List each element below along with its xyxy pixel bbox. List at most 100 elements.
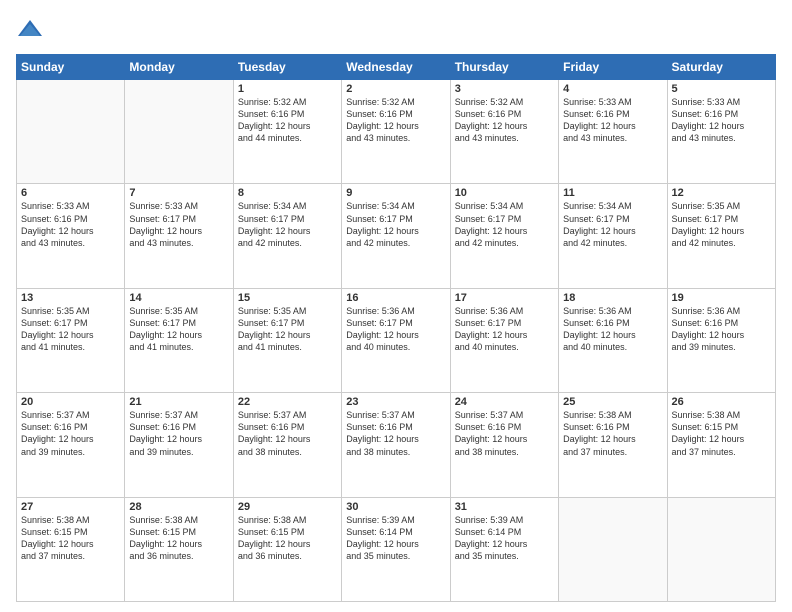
day-info: Sunrise: 5:33 AM Sunset: 6:17 PM Dayligh… [129, 200, 228, 249]
day-info: Sunrise: 5:37 AM Sunset: 6:16 PM Dayligh… [455, 409, 554, 458]
calendar-day-header: Wednesday [342, 55, 450, 80]
calendar-cell: 30Sunrise: 5:39 AM Sunset: 6:14 PM Dayli… [342, 497, 450, 601]
day-number: 7 [129, 187, 228, 199]
calendar-cell: 9Sunrise: 5:34 AM Sunset: 6:17 PM Daylig… [342, 184, 450, 288]
calendar-cell: 6Sunrise: 5:33 AM Sunset: 6:16 PM Daylig… [17, 184, 125, 288]
day-info: Sunrise: 5:35 AM Sunset: 6:17 PM Dayligh… [129, 305, 228, 354]
day-info: Sunrise: 5:32 AM Sunset: 6:16 PM Dayligh… [346, 96, 445, 145]
day-number: 6 [21, 187, 120, 199]
calendar-cell: 11Sunrise: 5:34 AM Sunset: 6:17 PM Dayli… [559, 184, 667, 288]
calendar-week-row: 20Sunrise: 5:37 AM Sunset: 6:16 PM Dayli… [17, 393, 776, 497]
day-number: 3 [455, 83, 554, 95]
day-number: 27 [21, 501, 120, 513]
day-info: Sunrise: 5:35 AM Sunset: 6:17 PM Dayligh… [238, 305, 337, 354]
calendar-cell: 12Sunrise: 5:35 AM Sunset: 6:17 PM Dayli… [667, 184, 775, 288]
header [16, 16, 776, 44]
day-number: 28 [129, 501, 228, 513]
calendar-cell [559, 497, 667, 601]
calendar-day-header: Monday [125, 55, 233, 80]
day-number: 18 [563, 292, 662, 304]
day-number: 24 [455, 396, 554, 408]
calendar-week-row: 6Sunrise: 5:33 AM Sunset: 6:16 PM Daylig… [17, 184, 776, 288]
calendar-week-row: 13Sunrise: 5:35 AM Sunset: 6:17 PM Dayli… [17, 288, 776, 392]
calendar-cell: 23Sunrise: 5:37 AM Sunset: 6:16 PM Dayli… [342, 393, 450, 497]
calendar-cell: 19Sunrise: 5:36 AM Sunset: 6:16 PM Dayli… [667, 288, 775, 392]
day-info: Sunrise: 5:37 AM Sunset: 6:16 PM Dayligh… [238, 409, 337, 458]
calendar-cell: 27Sunrise: 5:38 AM Sunset: 6:15 PM Dayli… [17, 497, 125, 601]
day-number: 19 [672, 292, 771, 304]
day-info: Sunrise: 5:37 AM Sunset: 6:16 PM Dayligh… [129, 409, 228, 458]
day-number: 23 [346, 396, 445, 408]
calendar-cell: 1Sunrise: 5:32 AM Sunset: 6:16 PM Daylig… [233, 80, 341, 184]
day-number: 17 [455, 292, 554, 304]
calendar-cell: 7Sunrise: 5:33 AM Sunset: 6:17 PM Daylig… [125, 184, 233, 288]
day-info: Sunrise: 5:38 AM Sunset: 6:15 PM Dayligh… [672, 409, 771, 458]
day-number: 30 [346, 501, 445, 513]
calendar-cell: 10Sunrise: 5:34 AM Sunset: 6:17 PM Dayli… [450, 184, 558, 288]
calendar-cell: 13Sunrise: 5:35 AM Sunset: 6:17 PM Dayli… [17, 288, 125, 392]
day-number: 20 [21, 396, 120, 408]
day-number: 9 [346, 187, 445, 199]
logo [16, 16, 48, 44]
day-info: Sunrise: 5:33 AM Sunset: 6:16 PM Dayligh… [21, 200, 120, 249]
day-number: 16 [346, 292, 445, 304]
day-info: Sunrise: 5:34 AM Sunset: 6:17 PM Dayligh… [238, 200, 337, 249]
day-number: 31 [455, 501, 554, 513]
calendar-day-header: Thursday [450, 55, 558, 80]
day-info: Sunrise: 5:39 AM Sunset: 6:14 PM Dayligh… [455, 514, 554, 563]
calendar-cell: 26Sunrise: 5:38 AM Sunset: 6:15 PM Dayli… [667, 393, 775, 497]
calendar-cell [17, 80, 125, 184]
calendar-cell: 17Sunrise: 5:36 AM Sunset: 6:17 PM Dayli… [450, 288, 558, 392]
day-info: Sunrise: 5:34 AM Sunset: 6:17 PM Dayligh… [455, 200, 554, 249]
calendar-cell: 4Sunrise: 5:33 AM Sunset: 6:16 PM Daylig… [559, 80, 667, 184]
day-number: 8 [238, 187, 337, 199]
day-info: Sunrise: 5:36 AM Sunset: 6:16 PM Dayligh… [563, 305, 662, 354]
day-info: Sunrise: 5:38 AM Sunset: 6:15 PM Dayligh… [238, 514, 337, 563]
calendar-day-header: Saturday [667, 55, 775, 80]
day-info: Sunrise: 5:33 AM Sunset: 6:16 PM Dayligh… [672, 96, 771, 145]
logo-icon [16, 16, 44, 44]
day-info: Sunrise: 5:33 AM Sunset: 6:16 PM Dayligh… [563, 96, 662, 145]
day-info: Sunrise: 5:36 AM Sunset: 6:17 PM Dayligh… [455, 305, 554, 354]
day-info: Sunrise: 5:36 AM Sunset: 6:17 PM Dayligh… [346, 305, 445, 354]
day-number: 11 [563, 187, 662, 199]
day-info: Sunrise: 5:36 AM Sunset: 6:16 PM Dayligh… [672, 305, 771, 354]
day-number: 2 [346, 83, 445, 95]
calendar-header-row: SundayMondayTuesdayWednesdayThursdayFrid… [17, 55, 776, 80]
day-number: 1 [238, 83, 337, 95]
day-info: Sunrise: 5:34 AM Sunset: 6:17 PM Dayligh… [346, 200, 445, 249]
calendar-cell: 25Sunrise: 5:38 AM Sunset: 6:16 PM Dayli… [559, 393, 667, 497]
day-info: Sunrise: 5:32 AM Sunset: 6:16 PM Dayligh… [455, 96, 554, 145]
day-info: Sunrise: 5:38 AM Sunset: 6:15 PM Dayligh… [129, 514, 228, 563]
day-number: 10 [455, 187, 554, 199]
day-number: 4 [563, 83, 662, 95]
calendar-cell: 28Sunrise: 5:38 AM Sunset: 6:15 PM Dayli… [125, 497, 233, 601]
calendar-cell: 20Sunrise: 5:37 AM Sunset: 6:16 PM Dayli… [17, 393, 125, 497]
calendar-cell [667, 497, 775, 601]
calendar-table: SundayMondayTuesdayWednesdayThursdayFrid… [16, 54, 776, 602]
calendar-week-row: 1Sunrise: 5:32 AM Sunset: 6:16 PM Daylig… [17, 80, 776, 184]
day-info: Sunrise: 5:37 AM Sunset: 6:16 PM Dayligh… [21, 409, 120, 458]
day-number: 14 [129, 292, 228, 304]
calendar-cell: 14Sunrise: 5:35 AM Sunset: 6:17 PM Dayli… [125, 288, 233, 392]
day-number: 26 [672, 396, 771, 408]
page: SundayMondayTuesdayWednesdayThursdayFrid… [0, 0, 792, 612]
calendar-cell: 8Sunrise: 5:34 AM Sunset: 6:17 PM Daylig… [233, 184, 341, 288]
day-info: Sunrise: 5:35 AM Sunset: 6:17 PM Dayligh… [21, 305, 120, 354]
calendar-cell: 2Sunrise: 5:32 AM Sunset: 6:16 PM Daylig… [342, 80, 450, 184]
day-number: 13 [21, 292, 120, 304]
calendar-cell: 16Sunrise: 5:36 AM Sunset: 6:17 PM Dayli… [342, 288, 450, 392]
day-info: Sunrise: 5:35 AM Sunset: 6:17 PM Dayligh… [672, 200, 771, 249]
calendar-cell: 5Sunrise: 5:33 AM Sunset: 6:16 PM Daylig… [667, 80, 775, 184]
calendar-cell: 31Sunrise: 5:39 AM Sunset: 6:14 PM Dayli… [450, 497, 558, 601]
day-number: 29 [238, 501, 337, 513]
calendar-cell [125, 80, 233, 184]
day-info: Sunrise: 5:38 AM Sunset: 6:16 PM Dayligh… [563, 409, 662, 458]
day-number: 5 [672, 83, 771, 95]
calendar-cell: 3Sunrise: 5:32 AM Sunset: 6:16 PM Daylig… [450, 80, 558, 184]
day-number: 22 [238, 396, 337, 408]
day-number: 15 [238, 292, 337, 304]
day-info: Sunrise: 5:32 AM Sunset: 6:16 PM Dayligh… [238, 96, 337, 145]
calendar-week-row: 27 Sunrise: 5:38 AM Sunset: 6:15 PM Dayli… [17, 497, 776, 601]
calendar-cell: 29Sunrise: 5:38 AM Sunset: 6:15 PM Dayli… [233, 497, 341, 601]
